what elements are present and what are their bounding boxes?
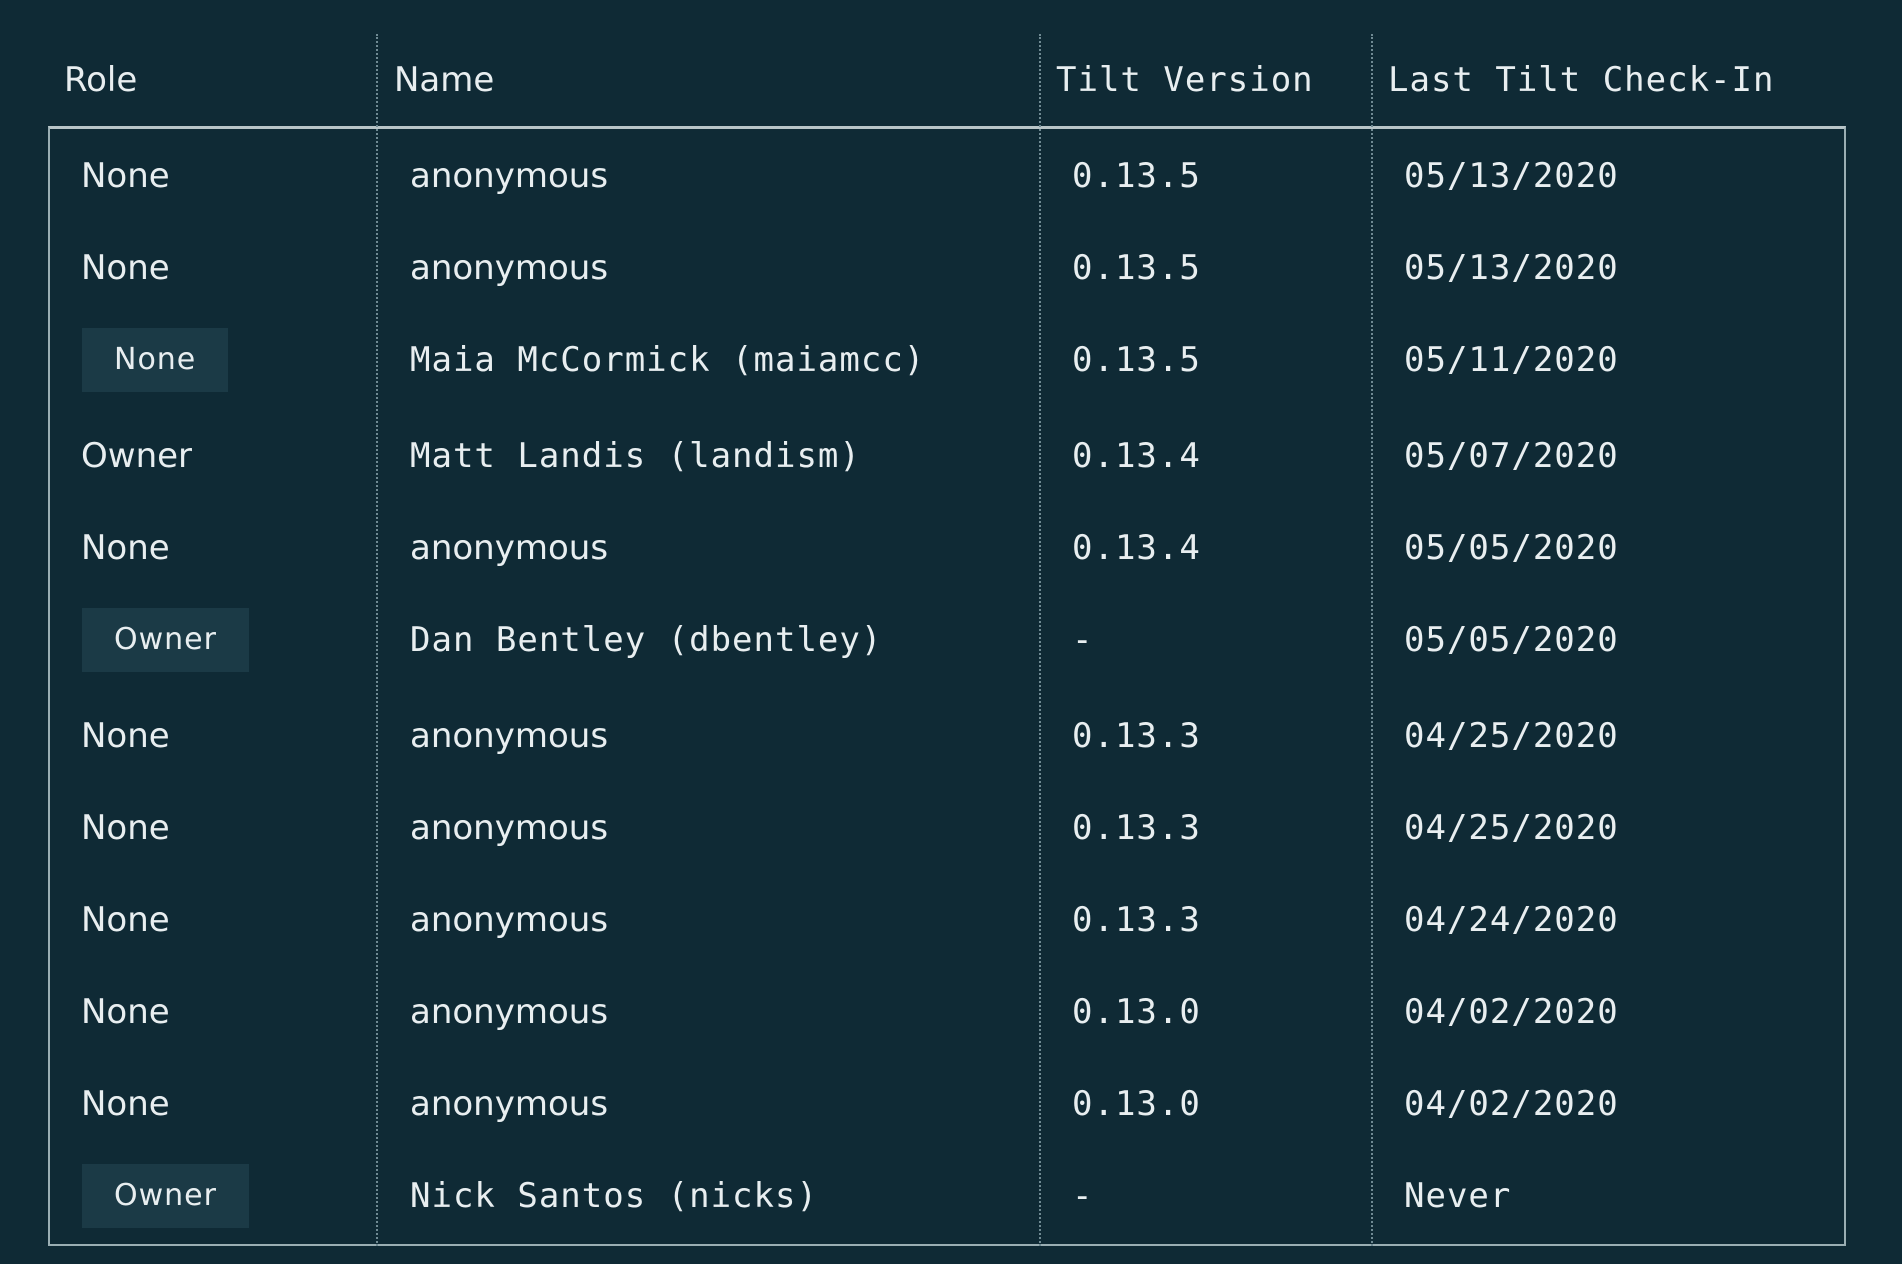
role-cell: None: [81, 528, 170, 568]
name-cell: Matt Landis (landism): [410, 436, 861, 476]
table-row: None anonymous 0.13.5 05/13/2020: [0, 130, 1902, 222]
name-cell: anonymous: [410, 716, 609, 756]
tilt-version-cell: 0.13.4: [1072, 528, 1201, 568]
last-check-in-cell: 04/02/2020: [1404, 992, 1619, 1032]
last-check-in-cell: 04/24/2020: [1404, 900, 1619, 940]
tilt-version-cell: 0.13.5: [1072, 248, 1201, 288]
role-cell: None: [81, 156, 170, 196]
table-row: None anonymous 0.13.4 05/05/2020: [0, 502, 1902, 594]
name-cell: anonymous: [410, 156, 609, 196]
table-row: None anonymous 0.13.5 05/13/2020: [0, 222, 1902, 314]
tilt-version-cell: 0.13.3: [1072, 900, 1201, 940]
role-select[interactable]: Owner: [82, 608, 249, 672]
role-cell: None: [81, 992, 170, 1032]
last-check-in-cell: 04/25/2020: [1404, 716, 1619, 756]
header-role: Role: [64, 60, 138, 100]
role-cell: None: [81, 248, 170, 288]
role-cell: None: [81, 1084, 170, 1124]
role-cell: None: [81, 808, 170, 848]
last-check-in-cell: 05/11/2020: [1404, 340, 1619, 380]
table-row: Owner Dan Bentley (dbentley) - 05/05/2020: [0, 594, 1902, 686]
table-row: None anonymous 0.13.3 04/24/2020: [0, 874, 1902, 966]
last-check-in-cell: Never: [1404, 1176, 1512, 1216]
name-cell: anonymous: [410, 992, 609, 1032]
tilt-version-cell: 0.13.3: [1072, 716, 1201, 756]
table-row: None anonymous 0.13.0 04/02/2020: [0, 1058, 1902, 1150]
tilt-version-cell: 0.13.5: [1072, 156, 1201, 196]
users-table: Role Name Tilt Version Last Tilt Check-I…: [0, 0, 1902, 1264]
last-check-in-cell: 05/13/2020: [1404, 156, 1619, 196]
last-check-in-cell: 05/13/2020: [1404, 248, 1619, 288]
header-last-check-in: Last Tilt Check-In: [1388, 60, 1775, 100]
role-cell: Owner: [81, 436, 193, 476]
role-cell: None: [81, 716, 170, 756]
role-cell: None: [81, 900, 170, 940]
role-select[interactable]: None: [82, 328, 229, 392]
header-tilt-version: Tilt Version: [1056, 60, 1314, 100]
table-row: None anonymous 0.13.3 04/25/2020: [0, 690, 1902, 782]
name-cell: Nick Santos (nicks): [410, 1176, 818, 1216]
tilt-version-cell: 0.13.0: [1072, 1084, 1201, 1124]
table-row: None anonymous 0.13.3 04/25/2020: [0, 782, 1902, 874]
name-cell: Dan Bentley (dbentley): [410, 620, 883, 660]
table-row: None Maia McCormick (maiamcc) 0.13.5 05/11/…: [0, 314, 1902, 406]
tilt-version-cell: 0.13.5: [1072, 340, 1201, 380]
name-cell: anonymous: [410, 1084, 609, 1124]
name-cell: anonymous: [410, 248, 609, 288]
last-check-in-cell: 04/02/2020: [1404, 1084, 1619, 1124]
name-cell: anonymous: [410, 900, 609, 940]
name-cell: Maia McCormick (maiamcc): [410, 340, 926, 380]
tilt-version-cell: -: [1072, 1176, 1094, 1216]
last-check-in-cell: 05/05/2020: [1404, 620, 1619, 660]
name-cell: anonymous: [410, 528, 609, 568]
tilt-version-cell: 0.13.4: [1072, 436, 1201, 476]
last-check-in-cell: 05/07/2020: [1404, 436, 1619, 476]
last-check-in-cell: 05/05/2020: [1404, 528, 1619, 568]
header-name: Name: [394, 60, 495, 100]
last-check-in-cell: 04/25/2020: [1404, 808, 1619, 848]
table-row: Owner Matt Landis (landism) 0.13.4 05/07/20…: [0, 410, 1902, 502]
role-select[interactable]: Owner: [82, 1164, 249, 1228]
table-row: None anonymous 0.13.0 04/02/2020: [0, 966, 1902, 1058]
tilt-version-cell: 0.13.0: [1072, 992, 1201, 1032]
name-cell: anonymous: [410, 808, 609, 848]
table-header: Role Name Tilt Version Last Tilt Check-I…: [0, 34, 1902, 126]
tilt-version-cell: -: [1072, 620, 1094, 660]
tilt-version-cell: 0.13.3: [1072, 808, 1201, 848]
table-row: Owner Nick Santos (nicks) - Never: [0, 1150, 1902, 1242]
